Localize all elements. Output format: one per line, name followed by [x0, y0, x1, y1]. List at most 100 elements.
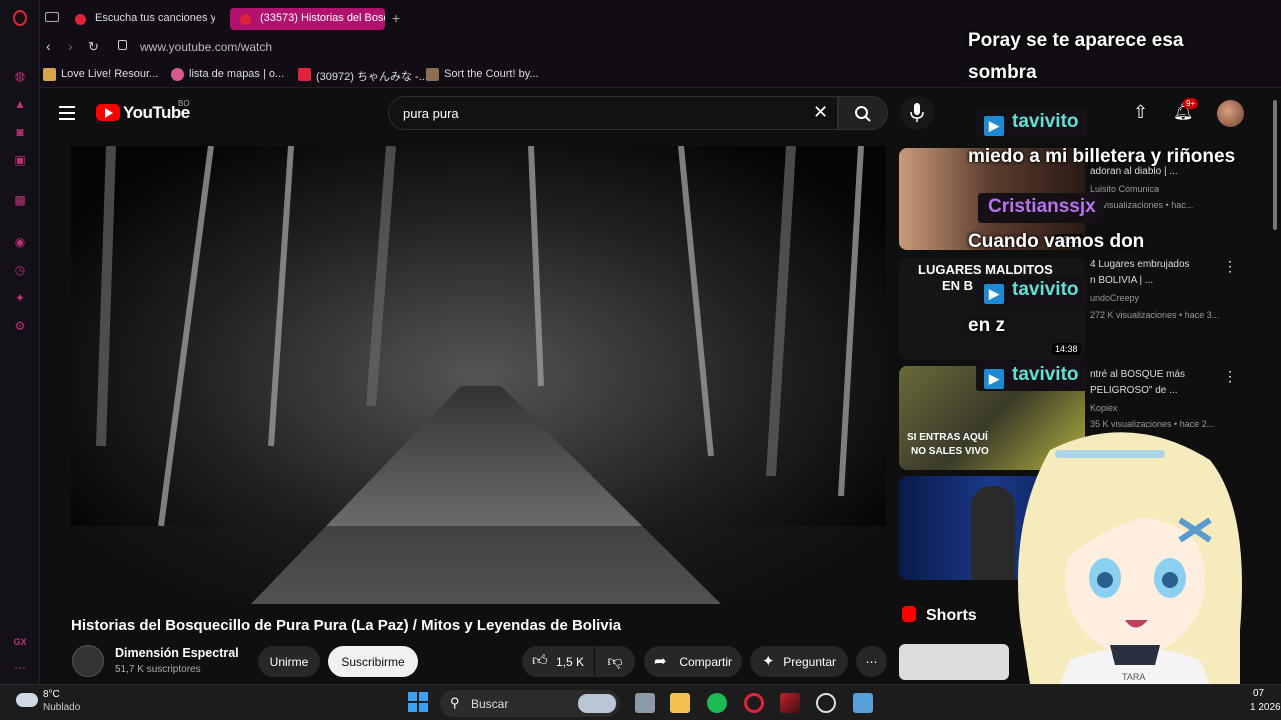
- youtube-favicon-icon: [240, 14, 251, 25]
- clock-time[interactable]: 07: [1253, 688, 1264, 699]
- bookmark-item[interactable]: Sort the Court! by...: [426, 68, 539, 81]
- upload-icon[interactable]: ⇧: [1133, 102, 1148, 123]
- back-icon[interactable]: ‹: [46, 38, 51, 54]
- voice-search-button[interactable]: [900, 96, 934, 130]
- photos-icon[interactable]: [853, 693, 873, 713]
- more-vert-icon[interactable]: ⋮: [1223, 258, 1237, 275]
- shorts-thumbnail[interactable]: [899, 644, 1009, 680]
- bookmark-item[interactable]: Love Live! Resour...: [43, 68, 159, 81]
- recommendation-title[interactable]: 4 Lugares embrujados: [1090, 259, 1190, 270]
- youtube-favicon-icon: [298, 68, 311, 81]
- messenger-icon[interactable]: ◙: [12, 124, 28, 140]
- sparkle-icon: ✦: [762, 653, 775, 670]
- bookmark-item[interactable]: (30972) ちゃんみな -...: [298, 68, 428, 84]
- chat-username-text: tavivito: [1012, 279, 1079, 300]
- menu-icon[interactable]: [59, 106, 75, 120]
- bookmarks-bar: Love Live! Resour... lista de mapas | o.…: [40, 60, 1281, 88]
- url-field[interactable]: www.youtube.com/watch: [140, 40, 272, 54]
- weather-cloud-icon[interactable]: [16, 693, 38, 707]
- twitch-badge-icon: ▶: [984, 284, 1004, 304]
- tab-youtube-video[interactable]: (33573) Historias del Bosq: [230, 8, 385, 30]
- subscribe-button[interactable]: Suscribirme: [328, 646, 418, 677]
- weather-description[interactable]: Nublado: [43, 702, 80, 713]
- twitch-icon[interactable]: ▩: [12, 192, 28, 208]
- video-player[interactable]: [71, 146, 886, 604]
- tab-music[interactable]: Escucha tus canciones y a: [65, 8, 215, 30]
- dislike-button[interactable]: 👎︎: [595, 646, 635, 677]
- recommendation-title[interactable]: ntré al BOSQUE más: [1090, 369, 1185, 380]
- spotify-icon[interactable]: [707, 693, 727, 713]
- join-button[interactable]: Unirme: [258, 646, 320, 677]
- share-button[interactable]: ➦ Compartir: [644, 646, 742, 677]
- bookmark-label: Love Live! Resour...: [61, 68, 159, 80]
- chat-message: miedo a mi billetera y riñones: [968, 146, 1236, 167]
- bookmark-label: Sort the Court! by...: [444, 68, 539, 80]
- history-icon[interactable]: ◷: [12, 262, 28, 278]
- search-icon: [855, 106, 871, 122]
- recommendation-title[interactable]: n BOLIVIA | ...: [1090, 275, 1153, 286]
- thumbs-down-icon: 👎︎: [607, 652, 623, 670]
- bookmark-favicon-icon: [171, 68, 184, 81]
- search-icon: ⚲: [450, 695, 460, 710]
- chat-username: Cristianssjx: [978, 193, 1104, 223]
- reload-icon[interactable]: ↻: [88, 39, 99, 55]
- youtube-logo-icon[interactable]: [96, 104, 120, 121]
- new-tab-button[interactable]: +: [392, 10, 400, 26]
- taskbar-search[interactable]: ⚲ Buscar: [440, 690, 620, 717]
- bookmark-label: lista de mapas | o...: [189, 68, 285, 80]
- vtuber-avatar: TARA: [1018, 432, 1242, 684]
- tab-label: (33573) Historias del Bosq: [260, 12, 385, 24]
- ai-prompts-icon[interactable]: ▲: [12, 96, 28, 112]
- clock-date[interactable]: 1 2026: [1250, 702, 1281, 713]
- app-icon[interactable]: [780, 693, 800, 713]
- weather-temperature[interactable]: 8°C: [43, 689, 60, 700]
- clear-search-icon[interactable]: ✕: [813, 102, 828, 123]
- video-duration: 14:38: [1052, 343, 1081, 355]
- recommendation-meta: de visualizaciones • hac...: [1090, 200, 1194, 210]
- windows-start-icon[interactable]: [408, 692, 428, 712]
- chat-username: ▶ tavivito: [976, 361, 1087, 391]
- recommendation-title[interactable]: PELIGROSO" de ...: [1090, 385, 1177, 396]
- channel-name[interactable]: Dimensión Espectral: [115, 646, 239, 660]
- like-button[interactable]: 👍︎ 1,5 K: [522, 646, 594, 677]
- thumbnail-text: NO SALES VIVO: [911, 446, 989, 457]
- gx-icon[interactable]: GX: [12, 634, 28, 650]
- bookmark-item[interactable]: lista de mapas | o...: [171, 68, 285, 81]
- thumbnail-text: EN B: [942, 278, 974, 293]
- opera-gx-icon[interactable]: [744, 693, 764, 713]
- forward-icon[interactable]: ›: [68, 38, 73, 54]
- speaker-figure: [971, 486, 1015, 580]
- obs-icon[interactable]: [816, 693, 836, 713]
- twitch-badge-icon: ▶: [984, 116, 1004, 136]
- search-button[interactable]: [838, 96, 888, 130]
- ask-label: Preguntar: [783, 654, 836, 669]
- wallet-icon[interactable]: ▣: [12, 152, 28, 168]
- file-explorer-icon[interactable]: [670, 693, 690, 713]
- recommendation-meta: 35 K visualizaciones • hace 2...: [1090, 419, 1215, 429]
- opera-sidebar: ◍ ▲ ◙ ▣ ▩ ◉ ◷ ✦ ⚙ GX ⋯: [0, 0, 40, 684]
- extensions-icon[interactable]: ✦: [12, 290, 28, 306]
- shorts-heading: Shorts: [926, 607, 977, 624]
- bookmark-label: (30972) ちゃんみな -...: [316, 71, 428, 83]
- search-highlight-icon: [578, 694, 616, 713]
- ask-button[interactable]: ✦ Preguntar: [750, 646, 848, 677]
- subscriber-count: 51,7 K suscriptores: [115, 664, 201, 675]
- player-icon[interactable]: ◉: [12, 234, 28, 250]
- page-scrollbar[interactable]: [1273, 100, 1277, 230]
- more-icon[interactable]: ⋯: [12, 660, 28, 676]
- more-actions-button[interactable]: ⋯: [856, 646, 887, 677]
- recommendation-channel[interactable]: Kopiex: [1090, 403, 1118, 413]
- tab-menu-icon[interactable]: [45, 12, 59, 22]
- settings-icon[interactable]: ⚙: [12, 318, 28, 334]
- more-icon: ⋯: [865, 654, 878, 669]
- shirt-text: TARA: [1122, 672, 1145, 682]
- account-avatar[interactable]: [1217, 100, 1244, 127]
- aria-icon[interactable]: ◍: [12, 68, 28, 84]
- search-input[interactable]: pura pura ✕: [388, 96, 838, 130]
- chat-message: sombra: [968, 62, 1037, 83]
- channel-avatar[interactable]: [72, 645, 104, 677]
- more-vert-icon[interactable]: ⋮: [1223, 368, 1237, 385]
- recommendation-channel[interactable]: undoCreepy: [1090, 293, 1139, 303]
- opera-logo-icon[interactable]: [12, 10, 28, 26]
- task-view-icon[interactable]: [635, 693, 655, 713]
